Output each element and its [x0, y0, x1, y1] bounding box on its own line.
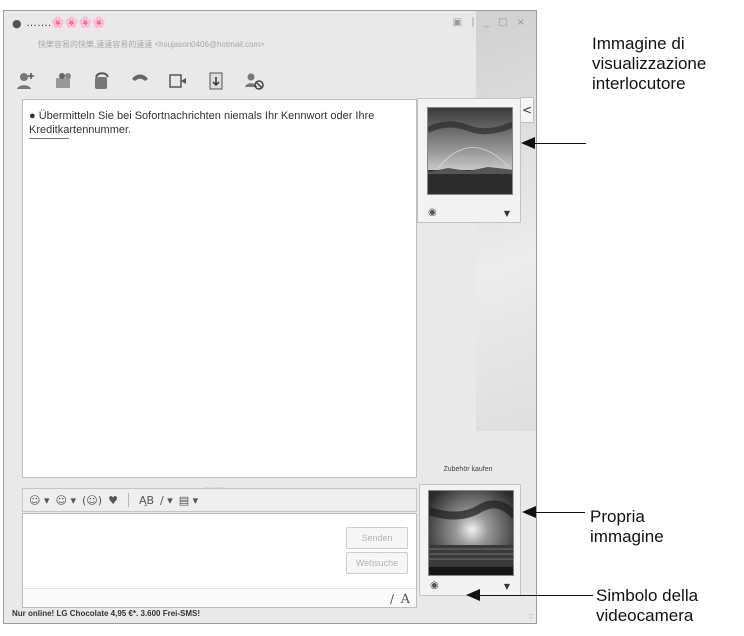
title-bar: ● …….🌸🌸🌸🌸 快樂容易的快樂,遠遠容易的遠遠 <hsujason0406@…	[4, 11, 536, 59]
call-button[interactable]	[90, 69, 114, 93]
buy-accessories-link[interactable]: Zubehör kaufen	[428, 466, 508, 473]
share-folder-icon	[56, 73, 71, 88]
arrow-camera-symbol	[466, 589, 480, 601]
status-ad-text[interactable]: Nur online! LG Chocolate 4,95 €*. 3.600 …	[12, 609, 200, 618]
action-toolbar	[14, 67, 274, 95]
arrow-partner-image-line	[534, 143, 586, 144]
warning-divider	[29, 138, 69, 139]
resize-grip[interactable]: ∶∶	[529, 612, 533, 621]
share-folder-button[interactable]	[52, 69, 76, 93]
video-call-button[interactable]	[166, 69, 190, 93]
ink-button[interactable]: ∕ ▾	[160, 494, 173, 507]
contact-subtitle: 快樂容易的快樂,遠遠容易的遠遠 <hsujason0406@hotmail.co…	[38, 40, 265, 49]
block-icon	[245, 73, 264, 90]
window-title: …….🌸🌸🌸🌸	[26, 17, 106, 29]
chevron-down-icon[interactable]: ▼	[504, 582, 510, 591]
add-contact-button[interactable]	[14, 69, 38, 93]
partner-photo-image	[428, 108, 512, 194]
callout-line: interlocutore	[592, 74, 686, 93]
emoticon-button[interactable]: ☺ ▾	[29, 494, 50, 507]
contact-status-icon: ●	[12, 17, 22, 30]
security-warning: ● Übermitteln Sie bei Sofortnachrichten …	[29, 109, 401, 139]
send-file-icon	[209, 72, 223, 90]
sound-button[interactable]: ♥	[108, 494, 118, 507]
web-search-button[interactable]: Websuche	[346, 552, 408, 574]
block-contact-button[interactable]	[242, 69, 266, 93]
chevron-down-icon[interactable]: ▼	[504, 209, 510, 218]
message-compose-area[interactable]: Senden Websuche ∕ A	[22, 513, 417, 608]
toolbar-divider	[127, 493, 129, 507]
handset-button[interactable]	[128, 69, 152, 93]
send-file-button[interactable]	[204, 69, 228, 93]
callout-own-image: Propria immagine	[590, 507, 664, 547]
webcam-icon[interactable]: ◉	[428, 207, 437, 218]
callout-line: videocamera	[596, 606, 694, 625]
add-contact-icon	[17, 73, 34, 89]
window-controls[interactable]: ▣ | _ □ ×	[453, 17, 528, 28]
font-style-button[interactable]: A̧B	[139, 494, 154, 507]
wink-button[interactable]: ☺ ▾	[56, 494, 77, 507]
arrow-camera-symbol-line	[479, 595, 593, 596]
background-button[interactable]: ▤ ▾	[179, 494, 198, 507]
send-button[interactable]: Senden	[346, 527, 408, 549]
callout-line: Immagine di	[592, 34, 685, 53]
nudge-button[interactable]: (☺)	[82, 494, 102, 507]
callout-line: immagine	[590, 527, 664, 546]
handwriting-icon[interactable]: ∕	[390, 592, 394, 606]
font-icon[interactable]: A	[401, 592, 410, 607]
callout-line: Simbolo della	[596, 586, 699, 605]
callout-partner-image: Immagine di visualizzazione interlocutor…	[592, 34, 706, 94]
webcam-icon[interactable]: ◉	[430, 580, 439, 591]
conversation-history[interactable]: ● Übermitteln Sie bei Sofortnachrichten …	[22, 99, 417, 478]
contact-status-icon: ●	[29, 110, 39, 122]
compose-footer: ∕ A	[23, 588, 416, 607]
sidebar-toggle-button[interactable]: <	[520, 97, 534, 123]
own-display-picture[interactable]	[428, 490, 514, 576]
own-photo-image	[429, 491, 513, 575]
partner-picture-panel: ◉ ▼	[417, 98, 521, 223]
format-toolbar: ☺ ▾ ☺ ▾ (☺) ♥ A̧B ∕ ▾ ▤ ▾	[22, 488, 417, 512]
callout-camera-symbol: Simbolo della videocamera	[596, 586, 698, 626]
arrow-own-image-line	[535, 512, 585, 513]
callout-line: Propria	[590, 507, 645, 526]
own-picture-panel: ◉ ▼	[419, 484, 521, 596]
arrow-own-image	[522, 506, 536, 518]
partner-display-picture[interactable]	[427, 107, 513, 195]
video-call-icon	[169, 74, 186, 88]
handset-icon	[132, 74, 148, 81]
callout-line: visualizzazione	[592, 54, 707, 73]
arrow-partner-image	[521, 137, 535, 149]
phone-icon	[95, 72, 109, 89]
warning-text: Übermitteln Sie bei Sofortnachrichten ni…	[29, 110, 375, 136]
